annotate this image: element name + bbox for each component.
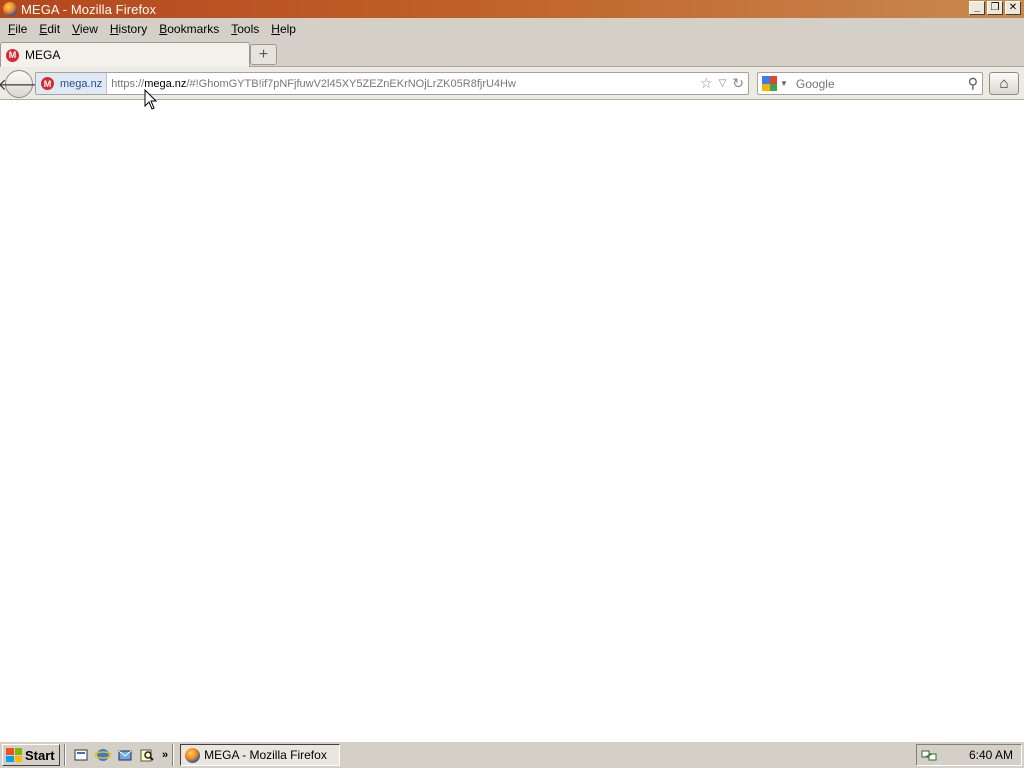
mega-favicon-icon: M [6,48,19,62]
menu-label: istory [118,22,148,36]
mouse-cursor-icon [144,89,158,110]
close-button[interactable]: ✕ [1005,1,1021,15]
maximize-button[interactable]: ❐ [987,1,1003,15]
menu-bookmarks[interactable]: Bookmarks [153,19,225,39]
bookmark-star-icon[interactable]: ☆ [700,75,713,92]
menu-label: iew [79,22,98,36]
menu-label: ools [237,22,260,36]
firefox-icon [185,747,201,763]
system-tray: 6:40 AM [916,744,1022,766]
reload-icon[interactable]: ↻ [732,75,744,92]
network-tray-icon[interactable] [921,746,937,765]
search-input[interactable] [795,76,956,91]
menu-help[interactable]: Help [265,19,302,39]
tab-label: MEGA [25,48,61,62]
menu-label: dit [47,22,61,36]
menu-edit[interactable]: Edit [33,19,66,39]
menu-file[interactable]: File [2,19,33,39]
site-identity-button[interactable]: M mega.nz [36,73,108,94]
window-title: MEGA - Mozilla Firefox [21,1,157,17]
site-identity-label: mega.nz [60,77,103,90]
url-text[interactable]: https://mega.nz/#!GhomGYTB!if7pNFjfuwV2l… [111,78,516,90]
back-button[interactable]: 🡐 [0,70,40,98]
url-bar[interactable]: M mega.nz https://mega.nz/#!GhomGYTB!if7… [35,72,749,95]
google-engine-icon[interactable] [762,76,777,91]
engine-dropdown-icon[interactable]: ▼ [780,79,788,88]
start-button[interactable]: Start [2,744,60,766]
tab-strip: M MEGA + [0,40,1024,67]
menu-label: ile [15,22,28,36]
url-host: mega.nz [144,77,187,90]
menu-label: ookmarks [167,22,220,36]
outlook-express-icon[interactable] [116,746,134,764]
menu-bar: File Edit View History Bookmarks Tools H… [0,18,1024,40]
tab-mega[interactable]: M MEGA [0,42,250,67]
menu-accel: V [72,22,80,36]
search-files-icon[interactable] [138,746,156,764]
window-titlebar[interactable]: MEGA - Mozilla Firefox _ ❐ ✕ [0,0,1024,18]
taskbar: Start » MEGA - Mozilla Firefox 6:40 AM [0,741,1024,768]
window-controls: _ ❐ ✕ [969,1,1021,15]
internet-explorer-icon[interactable] [94,746,112,764]
taskbar-separator [64,744,66,766]
menu-accel: H [271,22,280,36]
url-bar-icons: ☆ ▽ ↻ [700,73,744,94]
taskbar-item-label: MEGA - Mozilla Firefox [204,748,327,762]
history-dropdown-icon[interactable]: ▽ [719,78,727,89]
search-magnifier-icon[interactable]: ⚲ [968,75,978,92]
url-prefix: https:// [111,77,145,90]
clock[interactable]: 6:40 AM [969,748,1013,762]
page-content[interactable] [0,101,1024,741]
quicklaunch-more-icon[interactable]: » [162,749,168,761]
windows-logo-icon [6,748,22,762]
menu-view[interactable]: View [66,19,104,39]
taskbar-separator [172,744,175,766]
mega-favicon-icon: M [41,77,54,90]
search-bar[interactable]: ▼ ⚲ [757,72,983,95]
home-button[interactable]: ⌂ [989,72,1019,95]
start-label: Start [25,747,55,763]
minimize-button[interactable]: _ [969,1,985,15]
new-tab-button[interactable]: + [250,44,277,65]
menu-label: elp [279,22,296,36]
firefox-icon [3,2,17,16]
menu-tools[interactable]: Tools [225,19,265,39]
show-desktop-icon[interactable] [72,746,90,764]
url-path: /#!GhomGYTB!if7pNFjfuwV2l45XY5ZEZnEKrNOj… [186,77,516,90]
menu-history[interactable]: History [104,19,153,39]
taskbar-item-firefox[interactable]: MEGA - Mozilla Firefox [180,744,341,766]
menu-accel: H [109,22,119,36]
